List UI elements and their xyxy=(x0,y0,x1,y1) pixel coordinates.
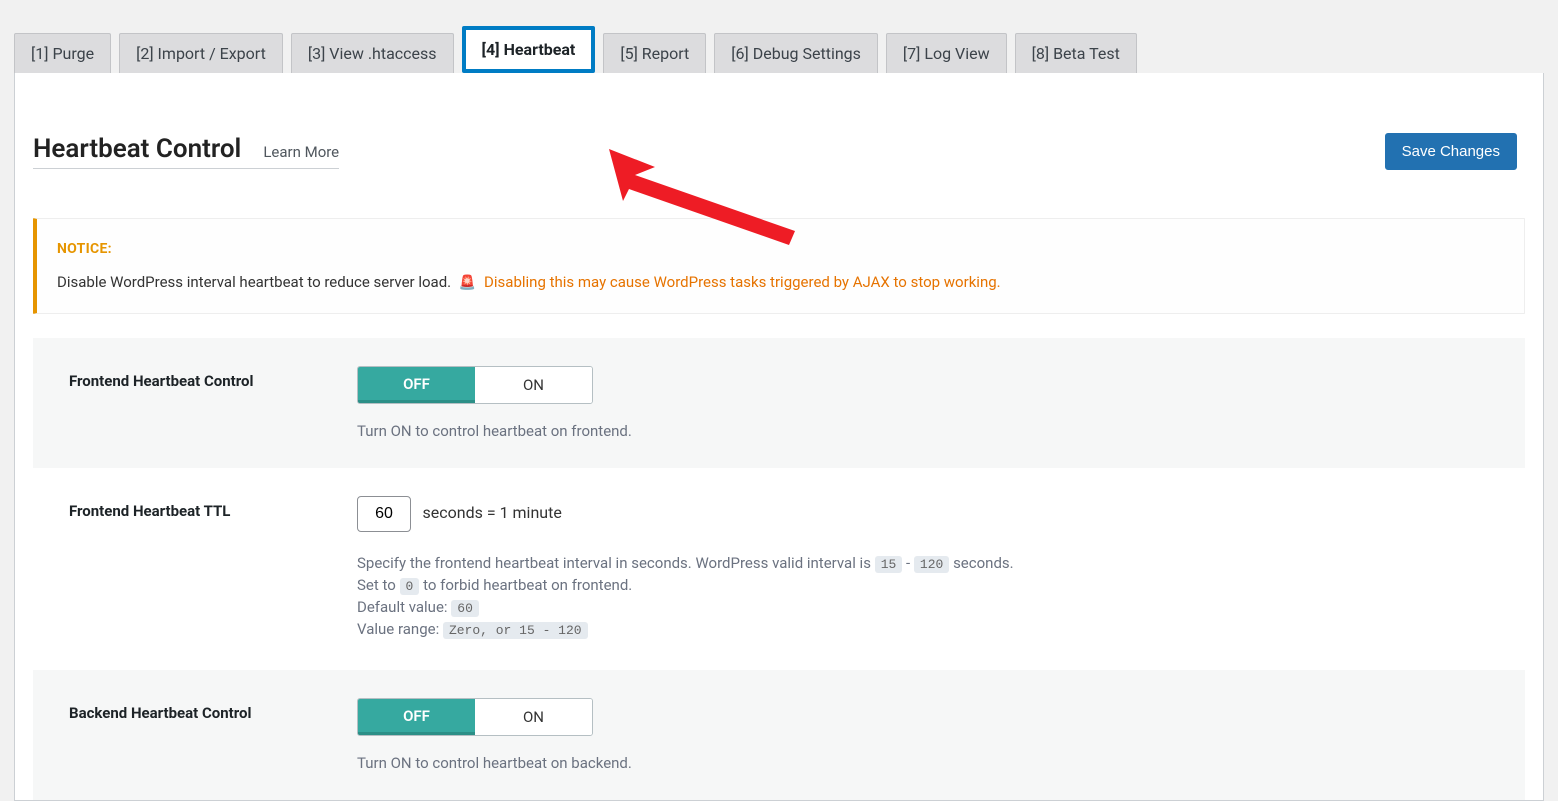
frontend-ttl-default-chip: 60 xyxy=(451,600,479,617)
frontend-ttl-min-chip: 15 xyxy=(875,556,903,573)
frontend-ttl-desc2b: to forbid heartbeat on frontend. xyxy=(423,576,632,594)
frontend-ttl-desc-interval: Specify the frontend heartbeat interval … xyxy=(357,554,1489,572)
save-changes-button[interactable]: Save Changes xyxy=(1385,133,1517,170)
frontend-ttl-desc-zero: Set to 0 to forbid heartbeat on frontend… xyxy=(357,576,1489,594)
learn-more-link[interactable]: Learn More xyxy=(263,143,339,161)
frontend-ttl-unit: seconds = 1 minute xyxy=(422,503,561,522)
setting-backend-control: Backend Heartbeat Control OFF ON Turn ON… xyxy=(33,670,1525,800)
tab-beta-test[interactable]: [8] Beta Test xyxy=(1015,33,1137,73)
frontend-ttl-default: Default value: 60 xyxy=(357,598,1489,616)
tab-bar: [1] Purge [2] Import / Export [3] View .… xyxy=(0,0,1558,73)
setting-frontend-control: Frontend Heartbeat Control OFF ON Turn O… xyxy=(33,338,1525,468)
tab-view-htaccess[interactable]: [3] View .htaccess xyxy=(291,33,454,73)
frontend-ttl-desc1a: Specify the frontend heartbeat interval … xyxy=(357,554,871,572)
frontend-ttl-zero-chip: 0 xyxy=(400,578,420,595)
frontend-ttl-desc1b: seconds. xyxy=(953,554,1014,572)
tab-import-export[interactable]: [2] Import / Export xyxy=(119,33,283,73)
setting-frontend-ttl: Frontend Heartbeat TTL seconds = 1 minut… xyxy=(33,468,1525,670)
tab-purge[interactable]: [1] Purge xyxy=(14,33,111,73)
backend-control-help: Turn ON to control heartbeat on backend. xyxy=(357,754,1489,772)
notice-title: NOTICE: xyxy=(57,241,1504,257)
backend-control-off[interactable]: OFF xyxy=(358,699,475,735)
frontend-control-toggle[interactable]: OFF ON xyxy=(357,366,593,404)
tab-heartbeat[interactable]: [4] Heartbeat xyxy=(462,26,596,73)
frontend-ttl-max-chip: 120 xyxy=(914,556,949,573)
warning-icon: 🚨 xyxy=(459,275,476,291)
setting-label-frontend-ttl: Frontend Heartbeat TTL xyxy=(69,496,337,642)
notice-text: Disable WordPress interval heartbeat to … xyxy=(57,273,1504,291)
frontend-ttl-range: Value range: Zero, or 15 - 120 xyxy=(357,620,1489,638)
backend-control-toggle[interactable]: OFF ON xyxy=(357,698,593,736)
notice-body: Disable WordPress interval heartbeat to … xyxy=(57,273,451,291)
frontend-ttl-desc2a: Set to xyxy=(357,576,396,594)
page-title: Heartbeat Control xyxy=(33,134,241,164)
frontend-ttl-default-label: Default value: xyxy=(357,598,448,616)
setting-label-frontend-control: Frontend Heartbeat Control xyxy=(69,366,337,440)
notice-warning: Disabling this may cause WordPress tasks… xyxy=(484,273,1001,291)
tab-log-view[interactable]: [7] Log View xyxy=(886,33,1007,73)
frontend-control-on[interactable]: ON xyxy=(475,367,592,403)
frontend-ttl-range-chip: Zero, or 15 - 120 xyxy=(443,622,588,639)
frontend-control-off[interactable]: OFF xyxy=(358,367,475,403)
content-panel: Heartbeat Control Learn More Save Change… xyxy=(14,73,1544,801)
frontend-ttl-range-label: Value range: xyxy=(357,620,439,638)
backend-control-on[interactable]: ON xyxy=(475,699,592,735)
setting-label-backend-control: Backend Heartbeat Control xyxy=(69,698,337,772)
tab-report[interactable]: [5] Report xyxy=(603,33,706,73)
frontend-ttl-dash: - xyxy=(906,554,910,572)
tab-debug-settings[interactable]: [6] Debug Settings xyxy=(714,33,878,73)
frontend-control-help: Turn ON to control heartbeat on frontend… xyxy=(357,422,1489,440)
frontend-ttl-input[interactable] xyxy=(357,496,411,532)
notice-box: NOTICE: Disable WordPress interval heart… xyxy=(33,218,1525,314)
